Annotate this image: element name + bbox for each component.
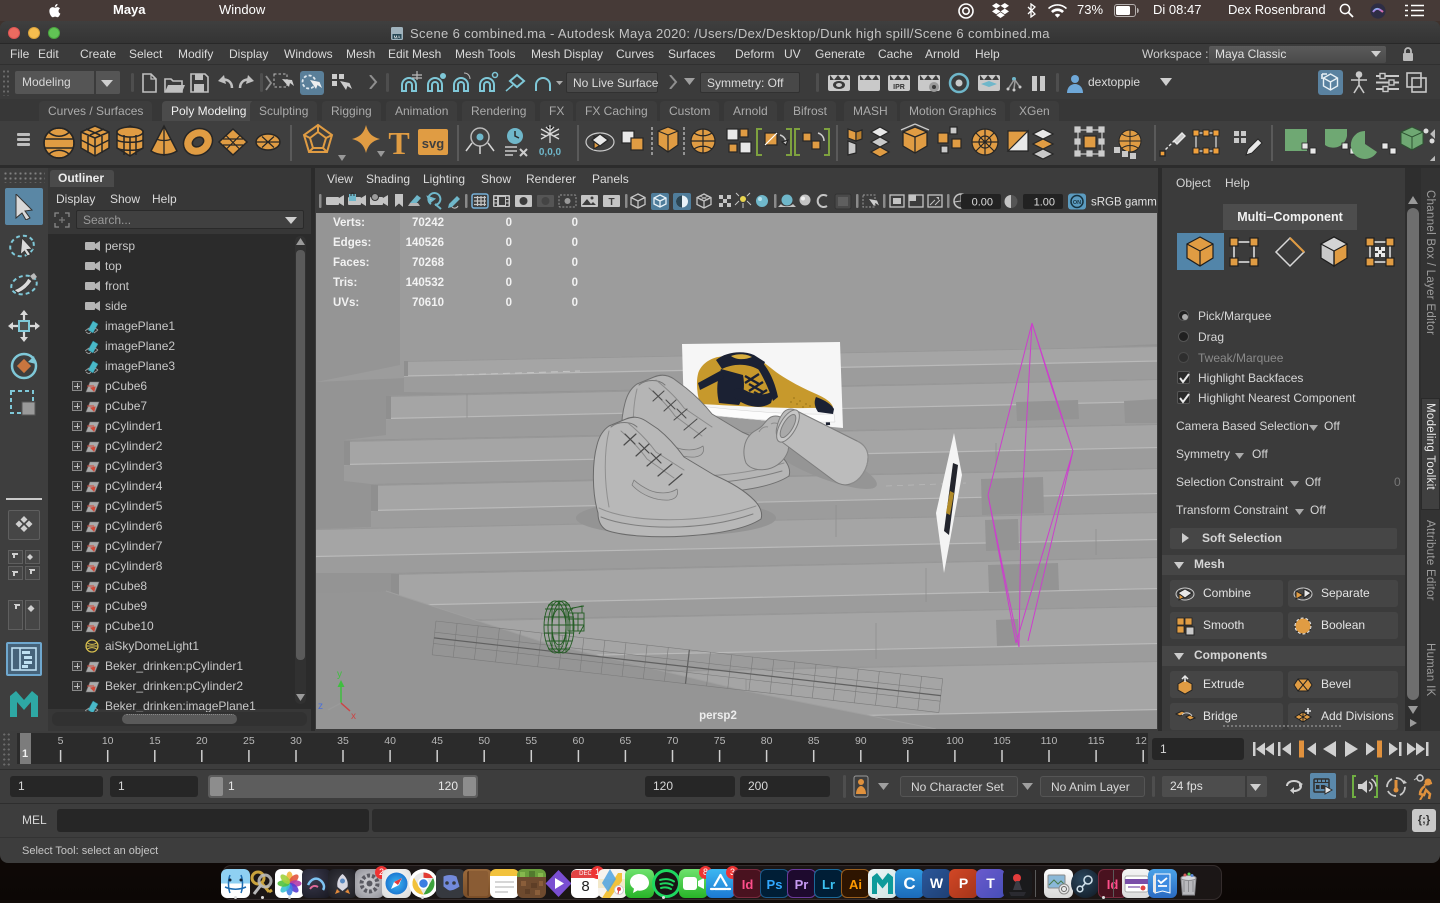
svg-text:0.00: 0.00 — [972, 197, 993, 209]
svg-text:T: T — [388, 125, 409, 161]
svg-text:0: 0 — [506, 277, 512, 289]
svg-text:MA: MA — [394, 35, 401, 40]
svg-text:Faces:: Faces: — [333, 257, 369, 269]
svg-text:70610: 70610 — [412, 297, 444, 309]
svg-text:115: 115 — [1088, 735, 1105, 747]
svg-text:10: 10 — [102, 735, 114, 747]
svg-text:50: 50 — [478, 735, 490, 747]
svg-text:100: 100 — [946, 735, 964, 747]
svg-text:55: 55 — [525, 735, 537, 747]
svg-text:1.00: 1.00 — [1034, 197, 1055, 209]
svg-text:Edges:: Edges: — [333, 237, 371, 249]
svg-text:75: 75 — [714, 735, 726, 747]
svg-text:0,0,0: 0,0,0 — [539, 147, 562, 158]
svg-text:persp2: persp2 — [699, 710, 737, 722]
svg-text:0: 0 — [572, 277, 578, 289]
svg-text:T: T — [608, 197, 614, 208]
svg-text:30: 30 — [290, 735, 302, 747]
svg-text:z: z — [318, 701, 323, 712]
svg-text:IPR: IPR — [893, 84, 905, 91]
svg-text:45: 45 — [431, 735, 443, 747]
svg-text:15: 15 — [149, 735, 161, 747]
svg-text:1: 1 — [22, 748, 28, 760]
svg-text:70242: 70242 — [412, 217, 444, 229]
svg-text:svg: svg — [422, 136, 444, 151]
svg-text:70: 70 — [667, 735, 679, 747]
svg-text:12: 12 — [1135, 735, 1147, 747]
svg-text:70268: 70268 — [412, 257, 445, 269]
svg-text:20: 20 — [196, 735, 208, 747]
svg-text:140526: 140526 — [406, 237, 444, 249]
svg-text:65: 65 — [620, 735, 632, 747]
svg-text:ON: ON — [1073, 200, 1081, 206]
svg-text:Tris:: Tris: — [333, 277, 357, 289]
svg-text:0: 0 — [506, 257, 512, 269]
svg-text:UVs:: UVs: — [333, 297, 359, 309]
svg-text:85: 85 — [808, 735, 820, 747]
svg-text:y: y — [337, 669, 342, 680]
svg-text:35: 35 — [337, 735, 349, 747]
svg-text:0: 0 — [572, 257, 578, 269]
svg-text:sRGB gamm: sRGB gamm — [1091, 197, 1157, 209]
svg-text:95: 95 — [902, 735, 914, 747]
svg-text:0: 0 — [572, 217, 578, 229]
svg-text:90: 90 — [855, 735, 867, 747]
svg-text:x: x — [351, 711, 356, 722]
svg-text:0: 0 — [572, 237, 578, 249]
svg-text:0: 0 — [572, 297, 578, 309]
svg-text:40: 40 — [384, 735, 396, 747]
svg-text:0: 0 — [506, 297, 512, 309]
svg-text:110: 110 — [1041, 735, 1058, 747]
svg-text:0: 0 — [506, 237, 512, 249]
svg-text:140532: 140532 — [406, 277, 444, 289]
svg-text:80: 80 — [761, 735, 773, 747]
svg-text:25: 25 — [243, 735, 255, 747]
svg-text:105: 105 — [993, 735, 1011, 747]
svg-text:0: 0 — [506, 217, 512, 229]
svg-text:60: 60 — [573, 735, 585, 747]
svg-text:Verts:: Verts: — [333, 217, 365, 229]
svg-text:5: 5 — [58, 735, 64, 747]
